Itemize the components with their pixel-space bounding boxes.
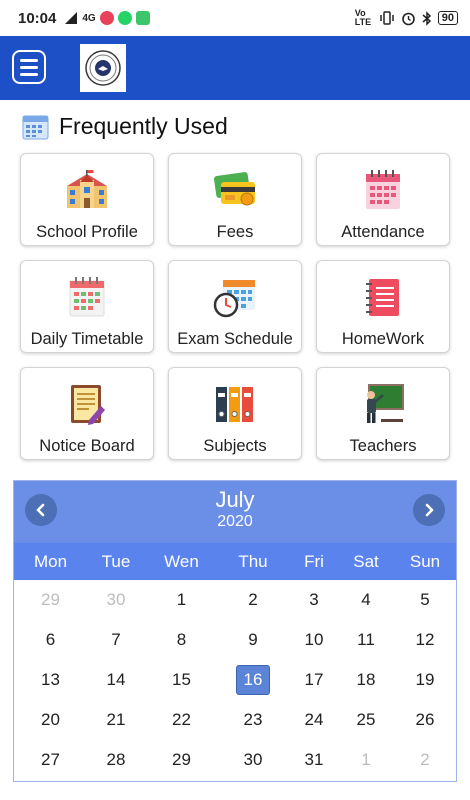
shortcut-grid: School Profile Fees Attendance Daily Tim… (20, 153, 450, 460)
calendar-days-grid: 29 30 1 2 3 4 5 6 7 8 9 10 11 12 13 14 15 16 17 18 19 20 21 22 2… (14, 580, 456, 780)
attendance-calendar-icon (360, 167, 406, 213)
calendar-day[interactable]: 29 (14, 580, 87, 620)
tile-daily-timetable[interactable]: Daily Timetable (20, 260, 154, 353)
exam-schedule-icon (212, 274, 258, 320)
calendar-day[interactable]: 3 (288, 580, 340, 620)
weekday-label: Fri (304, 551, 324, 571)
tile-label: HomeWork (341, 330, 425, 348)
calendar-day[interactable]: 11 (340, 620, 392, 660)
network-type-label: 4G (82, 12, 96, 24)
calendar-day[interactable]: 12 (392, 620, 458, 660)
calendar-header: July 2020 (14, 481, 456, 543)
calendar-day[interactable]: 15 (145, 660, 218, 700)
chat-app-icon (135, 11, 150, 25)
teacher-blackboard-icon (360, 381, 406, 427)
tile-label: Subjects (203, 437, 267, 455)
tile-exam-schedule[interactable]: Exam Schedule (168, 260, 302, 353)
tile-fees[interactable]: Fees (168, 153, 302, 246)
weekday-label: Mon (33, 551, 68, 571)
tile-notice-board[interactable]: Notice Board (20, 367, 154, 460)
calendar-day[interactable]: 2 (392, 740, 458, 780)
tile-subjects[interactable]: Subjects (168, 367, 302, 460)
calendar-day[interactable]: 7 (87, 620, 145, 660)
app-notification-icon (99, 11, 114, 25)
tile-label: Teachers (349, 437, 417, 455)
binders-icon (212, 381, 258, 427)
status-bar: 10:04 4G Vo LTE 90 (0, 0, 470, 36)
calendar-day[interactable]: 8 (145, 620, 218, 660)
calendar-day[interactable]: 25 (340, 700, 392, 740)
timetable-icon (64, 274, 110, 320)
bluetooth-icon (422, 10, 431, 26)
tile-label: School Profile (36, 223, 138, 241)
calendar-day[interactable]: 28 (87, 740, 145, 780)
alarm-icon (401, 12, 415, 25)
battery-indicator: 90 (437, 11, 458, 25)
tile-homework[interactable]: HomeWork (316, 260, 450, 353)
status-time: 10:04 (18, 9, 57, 27)
weekday-label: Sat (353, 551, 379, 571)
calendar-icon (22, 115, 49, 140)
tile-label: Daily Timetable (30, 330, 144, 348)
weekday-label: Thu (238, 551, 268, 571)
calendar-day[interactable]: 9 (218, 620, 288, 660)
calendar-day[interactable]: 29 (145, 740, 218, 780)
calendar-day[interactable]: 14 (87, 660, 145, 700)
calendar-day[interactable]: 13 (14, 660, 87, 700)
hamburger-menu-icon[interactable] (12, 50, 46, 84)
calendar-widget: July 2020 Mon Tue Wen Thu Fri Sat Sun 29… (13, 480, 457, 782)
signal-icon (65, 12, 78, 24)
school-building-icon (64, 167, 110, 213)
calendar-day[interactable]: 30 (218, 740, 288, 780)
calendar-day[interactable]: 30 (87, 580, 145, 620)
status-notification-icons: 4G (64, 11, 150, 25)
calendar-day[interactable]: 1 (145, 580, 218, 620)
weekday-label: Tue (101, 551, 131, 571)
calendar-day[interactable]: 20 (14, 700, 87, 740)
tile-label: Exam Schedule (177, 330, 293, 348)
weekday-row: Mon Tue Wen Thu Fri Sat Sun (14, 543, 456, 580)
calendar-day[interactable]: 26 (392, 700, 458, 740)
notebook-icon (360, 274, 406, 320)
vibrate-icon (380, 11, 394, 25)
calendar-day[interactable]: 18 (340, 660, 392, 700)
weekday-label: Sun (409, 551, 441, 571)
weekday-label: Wen (164, 551, 199, 571)
calendar-day[interactable]: 24 (288, 700, 340, 740)
calendar-day[interactable]: 22 (145, 700, 218, 740)
app-bar (0, 36, 470, 100)
credit-cards-icon (212, 167, 258, 213)
selected-day-label: 16 (236, 665, 270, 695)
section-title: Frequently Used (59, 113, 228, 139)
school-logo-icon[interactable] (80, 44, 126, 92)
calendar-day[interactable]: 19 (392, 660, 458, 700)
whatsapp-icon (117, 11, 132, 25)
tile-label: Notice Board (39, 437, 135, 455)
tile-teachers[interactable]: Teachers (316, 367, 450, 460)
status-system-icons: Vo LTE 90 (355, 9, 458, 27)
frequently-used-header: Frequently Used (22, 113, 228, 140)
calendar-day[interactable]: 17 (288, 660, 340, 700)
calendar-day[interactable]: 5 (392, 580, 458, 620)
chevron-right-icon[interactable] (413, 494, 445, 526)
calendar-day[interactable]: 4 (340, 580, 392, 620)
calendar-day[interactable]: 2 (218, 580, 288, 620)
calendar-day[interactable]: 23 (218, 700, 288, 740)
volte-label: Vo LTE (354, 8, 372, 27)
calendar-day[interactable]: 27 (14, 740, 87, 780)
calendar-day[interactable]: 6 (14, 620, 87, 660)
calendar-day-selected[interactable]: 16 (218, 660, 288, 700)
calendar-day[interactable]: 21 (87, 700, 145, 740)
tile-label: Fees (216, 223, 254, 241)
calendar-day[interactable]: 31 (288, 740, 340, 780)
chevron-left-icon[interactable] (25, 494, 57, 526)
calendar-year: 2020 (217, 513, 253, 530)
tile-school-profile[interactable]: School Profile (20, 153, 154, 246)
calendar-day[interactable]: 10 (288, 620, 340, 660)
tile-label: Attendance (341, 223, 425, 241)
notice-board-icon (64, 381, 110, 427)
calendar-day[interactable]: 1 (340, 740, 392, 780)
calendar-month: July (215, 487, 255, 512)
tile-attendance[interactable]: Attendance (316, 153, 450, 246)
